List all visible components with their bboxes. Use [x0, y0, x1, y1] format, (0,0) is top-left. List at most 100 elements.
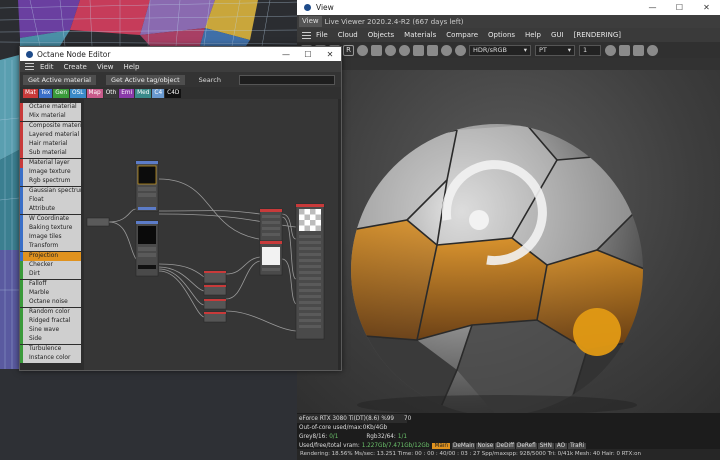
search-input[interactable]	[239, 74, 335, 85]
node-output-material[interactable]	[295, 203, 325, 340]
node-image-texture-2[interactable]	[135, 220, 159, 277]
menu-create[interactable]: Create	[64, 63, 87, 71]
node-list-item-turbulence[interactable]: Turbulence	[20, 344, 81, 354]
node-graph[interactable]	[84, 99, 341, 370]
node-list-item-rgb-spectrum[interactable]: Rgb spectrum	[20, 177, 81, 187]
node-list-item-material-layer[interactable]: Material layer	[20, 158, 81, 168]
menu-help[interactable]: Help	[525, 31, 541, 39]
node-image-texture-1[interactable]	[135, 160, 159, 212]
node-mix-group[interactable]	[203, 270, 227, 323]
node-list-item-float[interactable]: Float	[20, 195, 81, 205]
node-blend[interactable]	[86, 217, 110, 227]
menu-view[interactable]: View	[97, 63, 114, 71]
node-list-item-falloff[interactable]: Falloff	[20, 279, 81, 289]
node-material-lower[interactable]	[259, 240, 283, 276]
hdr-icon[interactable]	[455, 44, 466, 56]
node-list-item-hair-material[interactable]: Hair material	[20, 140, 81, 150]
pass-button-dediff[interactable]: DeDiff	[495, 442, 516, 449]
menu-gui[interactable]: GUI	[551, 31, 564, 39]
pass-button-demain[interactable]: DeMain	[452, 442, 476, 449]
pass-button-derefl[interactable]: DeRefl	[516, 442, 537, 449]
node-list-item-layered-material[interactable]: Layered material	[20, 130, 81, 140]
menu-compare[interactable]: Compare	[446, 31, 478, 39]
film-icon[interactable]	[619, 44, 630, 56]
node-list-item-attribute[interactable]: Attribute	[20, 205, 81, 215]
material-ball-icon[interactable]	[385, 44, 396, 56]
pass-button-main[interactable]: Main	[432, 442, 451, 449]
node-list-item-marble[interactable]: Marble	[20, 288, 81, 298]
node-list-item-w-coordinate[interactable]: W Coordinate	[20, 214, 81, 224]
node-list-item-dirt[interactable]: Dirt	[20, 270, 81, 280]
pass-button-trari[interactable]: TraRi	[568, 442, 587, 449]
category-tab-emi[interactable]: Emi	[119, 88, 135, 98]
menu-file[interactable]: File	[316, 31, 328, 39]
menu-rendering[interactable]: [RENDERING]	[574, 31, 621, 39]
tab-view[interactable]: View	[299, 16, 322, 27]
node-list-item-composite-material[interactable]: Composite material	[20, 121, 81, 131]
menu-materials[interactable]: Materials	[404, 31, 436, 39]
menu-help[interactable]: Help	[123, 63, 139, 71]
sphere-icon[interactable]	[647, 44, 658, 56]
node-list-item-ridged-fractal[interactable]: Ridged fractal	[20, 316, 81, 326]
node-list-item-octane-material[interactable]: Octane material	[20, 103, 81, 112]
get-active-material-button[interactable]: Get Active material	[23, 74, 96, 85]
get-active-tag-button[interactable]: Get Active tag/object	[105, 74, 185, 85]
pin-icon[interactable]	[441, 44, 452, 56]
colorspace-select[interactable]: HDR/sRGB ▾	[469, 44, 531, 56]
minimize-icon[interactable]: —	[639, 3, 666, 12]
category-tab-c4[interactable]: C4	[152, 88, 165, 98]
pass-button-ao[interactable]: AO	[554, 442, 568, 449]
record-icon[interactable]	[605, 44, 616, 56]
render-view[interactable]	[297, 70, 720, 413]
node-list-item-octane-noise[interactable]: Octane noise	[20, 298, 81, 308]
category-tab-oth[interactable]: Oth	[103, 88, 119, 98]
pass-button-noise[interactable]: Noise	[476, 442, 495, 449]
node-list-item-side[interactable]: Side	[20, 335, 81, 345]
node-list-item-instance-color[interactable]: Instance color	[20, 354, 81, 364]
graph-scrollbar[interactable]	[338, 99, 341, 370]
node-material-upper[interactable]	[259, 208, 283, 242]
menu-objects[interactable]: Objects	[368, 31, 394, 39]
node-list-item-transform[interactable]: Transform	[20, 242, 81, 252]
minimize-icon[interactable]: —	[275, 50, 297, 59]
node-list-item-gaussian-spectrum[interactable]: Gaussian spectrum	[20, 186, 81, 196]
node-list-item-sine-wave[interactable]: Sine wave	[20, 326, 81, 336]
camera-icon[interactable]	[633, 44, 644, 56]
maximize-icon[interactable]: ☐	[666, 3, 693, 12]
hamburger-menu-icon[interactable]	[25, 61, 34, 72]
menu-edit[interactable]: Edit	[40, 63, 54, 71]
menu-options[interactable]: Options	[488, 31, 515, 39]
hamburger-menu-icon[interactable]	[302, 30, 311, 41]
close-icon[interactable]: ✕	[693, 3, 720, 12]
menu-cloud[interactable]: Cloud	[338, 31, 358, 39]
node-list-item-image-texture[interactable]: Image texture	[20, 168, 81, 178]
close-icon[interactable]: ✕	[319, 50, 341, 59]
category-tab-c4d[interactable]: C4D	[165, 88, 182, 98]
live-viewer-tabbar: View Live Viewer 2020.2.4-R2 (667 days l…	[297, 15, 720, 28]
cinema4d-app-icon	[304, 4, 311, 11]
kernel-select[interactable]: PT ▾	[535, 44, 575, 56]
node-list-item-baking-texture[interactable]: Baking texture	[20, 223, 81, 233]
clay-mode-icon[interactable]	[427, 44, 438, 56]
category-tab-med[interactable]: Med	[135, 88, 152, 98]
node-list-item-mix-material[interactable]: Mix material	[20, 112, 81, 122]
node-list-item-random-color[interactable]: Random color	[20, 307, 81, 317]
pass-button-shn[interactable]: SHN	[537, 442, 554, 449]
category-tab-mat[interactable]: Mat	[23, 88, 38, 98]
category-tab-tex[interactable]: Tex	[38, 88, 53, 98]
render-region-icon[interactable]: R	[343, 44, 354, 56]
node-list-item-sub-material[interactable]: Sub material	[20, 149, 81, 159]
settings-gear-icon[interactable]	[357, 44, 368, 56]
maximize-icon[interactable]: ☐	[297, 50, 319, 59]
cinema4d-app-icon	[26, 50, 33, 58]
pass-select[interactable]: 1	[579, 44, 601, 56]
category-tab-gen[interactable]: Gen	[53, 88, 70, 98]
category-tab-map[interactable]: Map	[86, 88, 103, 98]
node-list-item-image-tiles[interactable]: Image tiles	[20, 233, 81, 243]
category-tab-osl[interactable]: OSL	[70, 88, 86, 98]
focus-pick-icon[interactable]	[399, 44, 410, 56]
node-list-item-checker[interactable]: Checker	[20, 261, 81, 271]
lock-icon[interactable]	[371, 44, 382, 56]
node-list-item-projection[interactable]: Projection	[20, 251, 81, 261]
region-icon[interactable]	[413, 44, 424, 56]
